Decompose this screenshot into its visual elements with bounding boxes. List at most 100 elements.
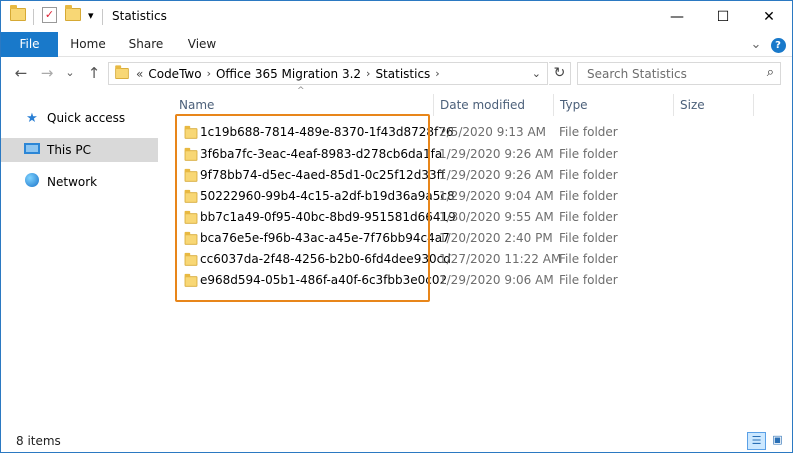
refresh-button[interactable]: ↻ <box>549 62 571 85</box>
back-button[interactable]: ← <box>11 63 31 83</box>
column-header-name[interactable]: Name <box>179 94 214 116</box>
column-header-type[interactable]: Type <box>560 94 588 116</box>
large-icons-view-button[interactable]: ▣ <box>768 432 787 450</box>
file-type: File folder <box>559 188 618 203</box>
file-date: 1/20/2020 2:40 PM <box>439 230 553 245</box>
column-divider[interactable] <box>433 94 434 116</box>
file-name: 9f78bb74-d5ec-4aed-85d1-0c25f12d33ff <box>200 167 445 182</box>
recent-locations-button[interactable]: ⌄ <box>63 63 77 83</box>
file-row[interactable]: bb7c1a49-0f95-40bc-8bd9-951581d66419 1/3… <box>177 206 757 227</box>
tab-view[interactable]: View <box>177 32 227 57</box>
file-row[interactable]: e968d594-05b1-486f-a40f-6c3fbb3e0c02 1/2… <box>177 269 757 290</box>
file-date: 2/5/2020 9:13 AM <box>439 124 547 139</box>
file-date: 1/29/2020 9:04 AM <box>439 188 554 203</box>
details-view-button[interactable]: ☰ <box>747 432 766 450</box>
file-name: e968d594-05b1-486f-a40f-6c3fbb3e0c02 <box>200 272 448 287</box>
column-divider[interactable] <box>553 94 554 116</box>
file-date: 1/29/2020 9:06 AM <box>439 272 554 287</box>
file-name: bb7c1a49-0f95-40bc-8bd9-951581d66419 <box>200 209 456 224</box>
breadcrumb-item[interactable]: Office 365 Migration 3.2 <box>216 67 361 81</box>
file-type: File folder <box>559 209 618 224</box>
properties-icon[interactable]: ✓ <box>42 7 57 23</box>
star-icon: ★ <box>26 110 38 126</box>
folder-icon <box>184 189 198 203</box>
expand-ribbon-icon[interactable]: ⌄ <box>746 32 766 57</box>
folder-icon <box>184 147 198 161</box>
address-dropdown-icon[interactable]: ⌄ <box>532 67 541 80</box>
network-icon <box>23 173 41 191</box>
folder-icon <box>10 5 26 24</box>
help-icon[interactable]: ? <box>768 32 788 57</box>
file-name: bca76e5e-f96b-43ac-a45e-7f76bb94c4a7 <box>200 230 450 245</box>
file-name: cc6037da-2f48-4256-b2b0-6fd4dee930cd <box>200 251 451 266</box>
help-glyph: ? <box>770 38 786 53</box>
address-bar[interactable]: « CodeTwo › Office 365 Migration 3.2 › S… <box>108 62 548 85</box>
search-input[interactable] <box>578 63 748 84</box>
folder-icon <box>184 210 198 224</box>
folder-icon <box>184 125 198 139</box>
column-divider[interactable] <box>673 94 674 116</box>
ribbon: File Home Share View ⌄ ? <box>1 32 792 57</box>
quick-access-dropdown-icon[interactable]: ▾ <box>88 9 94 22</box>
file-row[interactable]: 1c19b688-7814-489e-8370-1f43d8728f76 2/5… <box>177 121 757 142</box>
search-box[interactable]: ⌕ <box>577 62 781 85</box>
up-button[interactable]: ↑ <box>85 63 103 83</box>
sort-ascending-icon: ^ <box>297 86 305 96</box>
file-type: File folder <box>559 230 618 245</box>
breadcrumb-item[interactable]: Statistics <box>375 67 430 81</box>
file-date: 1/29/2020 9:26 AM <box>439 167 554 182</box>
file-row[interactable]: bca76e5e-f96b-43ac-a45e-7f76bb94c4a7 1/2… <box>177 227 757 248</box>
address-folder-icon <box>115 65 129 80</box>
tab-file[interactable]: File <box>1 32 58 57</box>
new-folder-icon[interactable] <box>65 5 81 24</box>
sidebar-item-label: Network <box>47 175 98 189</box>
sidebar-item-quick-access[interactable]: ★ Quick access <box>1 106 158 130</box>
status-bar: 8 items ☰ ▣ <box>1 429 792 452</box>
computer-icon <box>23 142 41 158</box>
file-type: File folder <box>559 167 618 182</box>
tab-share[interactable]: Share <box>121 32 171 57</box>
title-bar: ✓ ▾ Statistics — ☐ ✕ <box>1 1 792 32</box>
sidebar-item-label: Quick access <box>47 111 126 125</box>
folder-icon <box>184 252 198 266</box>
breadcrumb-item[interactable]: CodeTwo <box>148 67 201 81</box>
tab-home[interactable]: Home <box>63 32 113 57</box>
file-row[interactable]: 3f6ba7fc-3eac-4eaf-8983-d278cb6da1fa 1/2… <box>177 143 757 164</box>
file-row[interactable]: cc6037da-2f48-4256-b2b0-6fd4dee930cd 1/2… <box>177 248 757 269</box>
item-count: 8 items <box>16 434 61 448</box>
column-divider[interactable] <box>753 94 754 116</box>
column-header-date-modified[interactable]: Date modified <box>440 94 525 116</box>
breadcrumb-overflow[interactable]: « <box>136 67 143 81</box>
breadcrumb-separator[interactable]: › <box>435 67 439 80</box>
file-type: File folder <box>559 146 618 161</box>
file-row[interactable]: 9f78bb74-d5ec-4aed-85d1-0c25f12d33ff 1/2… <box>177 164 757 185</box>
file-name: 50222960-99b4-4c15-a2df-b19d36a9a5c8 <box>200 188 455 203</box>
explorer-window: ✓ ▾ Statistics — ☐ ✕ File Home Share Vie… <box>0 0 793 453</box>
title-separator <box>33 9 34 25</box>
folder-icon <box>184 231 198 245</box>
navigation-bar: ← → ⌄ ↑ « CodeTwo › Office 365 Migration… <box>1 57 792 89</box>
file-type: File folder <box>559 124 618 139</box>
maximize-button[interactable]: ☐ <box>700 1 746 32</box>
file-type: File folder <box>559 272 618 287</box>
folder-icon <box>184 273 198 287</box>
file-name: 3f6ba7fc-3eac-4eaf-8983-d278cb6da1fa <box>200 146 443 161</box>
window-title: Statistics <box>112 9 167 23</box>
file-name: 1c19b688-7814-489e-8370-1f43d8728f76 <box>200 124 454 139</box>
sidebar-item-network[interactable]: Network <box>1 170 158 194</box>
file-row[interactable]: 50222960-99b4-4c15-a2df-b19d36a9a5c8 1/2… <box>177 185 757 206</box>
forward-button[interactable]: → <box>37 63 57 83</box>
breadcrumb-separator[interactable]: › <box>366 67 370 80</box>
minimize-button[interactable]: — <box>654 1 700 32</box>
sidebar-item-label: This PC <box>47 143 91 157</box>
close-button[interactable]: ✕ <box>746 1 792 32</box>
file-type: File folder <box>559 251 618 266</box>
column-header-size[interactable]: Size <box>680 94 705 116</box>
navigation-pane: ★ Quick access This PC Network <box>1 89 161 429</box>
breadcrumb-separator[interactable]: › <box>207 67 211 80</box>
sidebar-item-this-pc[interactable]: This PC <box>1 138 158 162</box>
file-date: 1/29/2020 9:26 AM <box>439 146 554 161</box>
file-date: 1/30/2020 9:55 AM <box>439 209 554 224</box>
file-date: 1/27/2020 11:22 AM <box>439 251 562 266</box>
search-icon[interactable]: ⌕ <box>767 65 774 80</box>
